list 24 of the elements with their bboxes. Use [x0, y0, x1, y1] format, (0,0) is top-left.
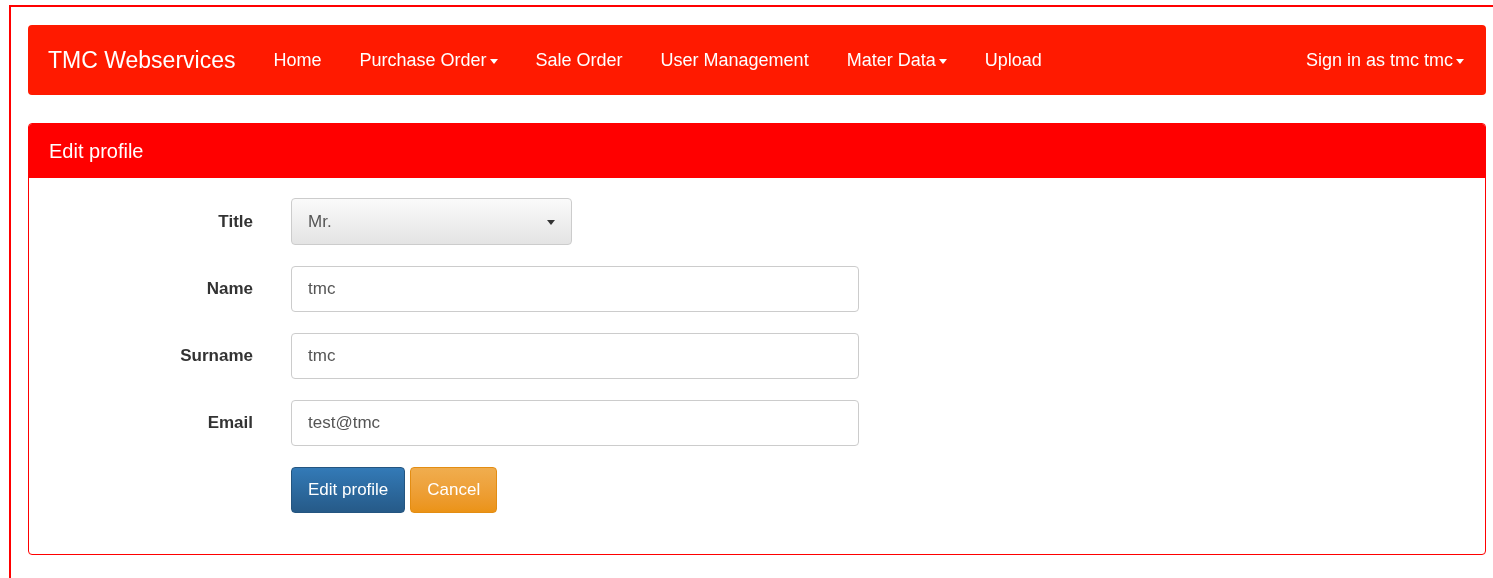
- text-field[interactable]: test@tmc: [291, 400, 859, 446]
- caret-icon: [547, 220, 555, 225]
- nav-link[interactable]: Sale Order: [535, 46, 623, 74]
- nav-link[interactable]: User Management: [660, 46, 809, 74]
- select-value: Mr.: [308, 210, 332, 233]
- nav-link[interactable]: Upload: [984, 46, 1042, 74]
- caret-icon: [1456, 58, 1464, 64]
- nav-link[interactable]: Sign in as tmc tmc: [1305, 46, 1464, 74]
- text-field[interactable]: tmc: [291, 333, 859, 379]
- brand-title[interactable]: TMC Webservices: [48, 42, 236, 78]
- caret-icon: [938, 58, 947, 64]
- nav-link[interactable]: Home: [273, 46, 322, 74]
- cancel-button[interactable]: Cancel: [410, 467, 498, 513]
- panel-title: Edit profile: [49, 139, 144, 164]
- text-field[interactable]: tmc: [291, 266, 859, 312]
- field-label: Surname: [179, 345, 253, 368]
- submit-button[interactable]: Edit profile: [291, 467, 406, 513]
- title-select[interactable]: Mr.: [291, 198, 572, 245]
- caret-icon: [489, 58, 498, 64]
- nav-link[interactable]: Mater Data: [846, 46, 947, 74]
- field-label: Email: [206, 412, 253, 435]
- field-label: Title: [217, 210, 253, 233]
- nav-link[interactable]: Purchase Order: [359, 46, 498, 74]
- field-label: Name: [205, 278, 253, 301]
